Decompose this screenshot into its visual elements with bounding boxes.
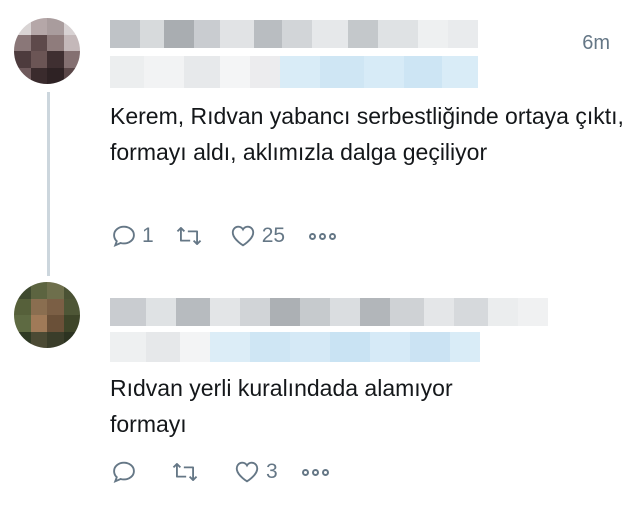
blurred-user-handle[interactable] [110,56,478,88]
tweet-text: Kerem, Rıdvan yabancı serbestliğinde ort… [110,103,624,165]
tweet-1[interactable]: 6m Kerem, Rıdvan yabancı serbestliğinde … [0,0,640,276]
more-icon [321,468,329,476]
more-icon [309,232,317,240]
blurred-user-handle[interactable] [110,332,480,362]
tweet-2[interactable]: Rıdvan yerli kuralındada alamıyor formay… [0,280,640,507]
reply-button[interactable] [110,458,142,486]
more-button[interactable] [301,468,329,476]
tweet-time[interactable]: 6m [582,32,610,55]
reply-icon [113,461,135,484]
blurred-user-name[interactable] [110,20,478,48]
like-button[interactable]: 3 [232,458,278,486]
more-button[interactable] [309,232,337,240]
avatar[interactable] [14,18,80,84]
tweet-text: Rıdvan yerli kuralındada alamıyor formay… [110,375,453,437]
avatar[interactable] [14,282,80,348]
blurred-user-name[interactable] [110,298,548,326]
more-icon [311,468,319,476]
heart-icon [235,461,259,483]
more-icon [329,232,337,240]
like-button[interactable]: 25 [228,222,285,250]
retweet-icon [172,463,198,481]
retweet-button[interactable] [174,222,208,250]
like-count: 25 [261,224,286,247]
like-count: 3 [266,460,278,483]
tweet-actions: 3 [110,458,329,486]
reply-button[interactable]: 1 [110,222,154,250]
tweet-actions: 1 25 [110,222,337,250]
reply-icon [113,225,135,248]
reply-count: 1 [142,224,154,247]
more-icon [319,232,327,240]
retweet-icon [176,227,201,246]
heart-icon [231,225,254,247]
thread-line [47,92,50,276]
retweet-button[interactable] [170,458,204,486]
more-icon [301,468,309,476]
